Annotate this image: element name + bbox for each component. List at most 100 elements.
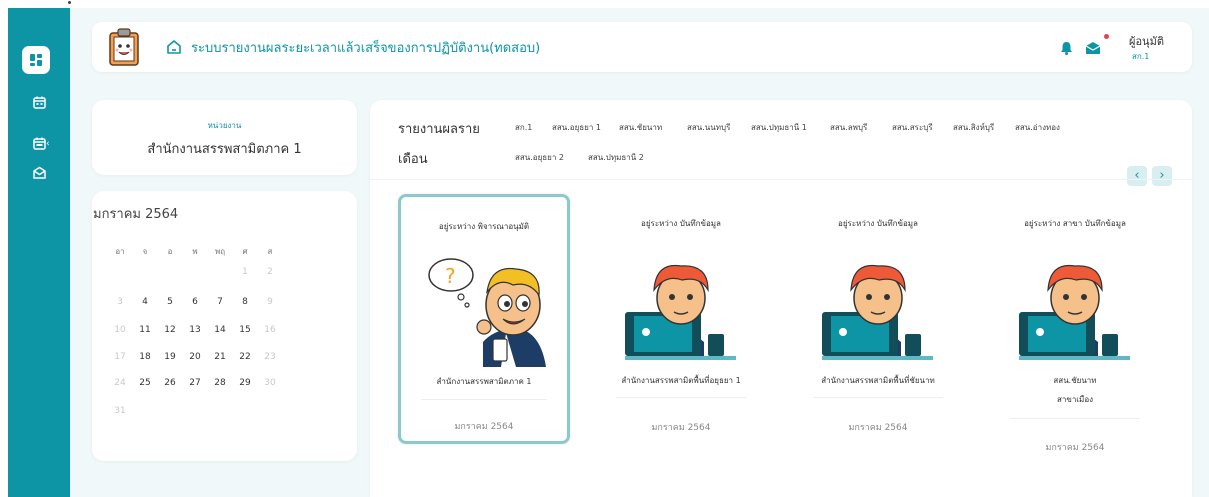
calendar-day[interactable]: 12	[160, 325, 180, 335]
calendar-day[interactable]: 7	[210, 297, 230, 307]
sidebar: ‹	[8, 8, 70, 497]
calendar-day[interactable]: 19	[160, 352, 180, 362]
calendar-card: มกราคม 2564 อา จ อ พ พฤ ศ ส 1 2 3 4 5 6 …	[92, 191, 357, 461]
tile-org-branch: สาขาเมือง	[1056, 395, 1094, 404]
calendar-day[interactable]: 30	[260, 378, 280, 388]
calendar-day[interactable]: 14	[210, 325, 230, 335]
mail-icon[interactable]	[1085, 40, 1101, 54]
calendar-day[interactable]: 23	[260, 352, 280, 362]
calendar-day[interactable]: 20	[185, 352, 205, 362]
calendar-day[interactable]: 1	[235, 267, 255, 277]
man-laptop-illustration	[596, 242, 766, 360]
divider	[616, 397, 746, 398]
calendar-day[interactable]: 16	[260, 325, 280, 335]
weekday-label: พ	[192, 247, 198, 256]
org-card: หน่วยงาน สำนักงานสรรพสามิตภาค 1	[92, 100, 357, 175]
tile-date: มกราคม 2564	[848, 423, 908, 433]
calendar-day[interactable]: 17	[110, 352, 130, 362]
filter-org[interactable]: สสน.ปทุมธานี 1	[751, 121, 807, 134]
clipboard-logo-icon	[106, 27, 142, 67]
man-laptop-illustration	[990, 242, 1160, 360]
thinking-man-illustration: ?	[401, 247, 567, 367]
report-panel: รายงานผลราย เดือน สก.1 สสน.อยุธยา 1 สสน.…	[370, 100, 1192, 497]
tile-org: สำนักงานสรรพสามิตพื้นที่อยุธยา 1	[621, 376, 741, 385]
page-title: ระบบรายงานผลระยะเวลาแล้วเสร็จของการปฏิบั…	[191, 41, 541, 56]
notification-dot	[1104, 34, 1109, 39]
calendar-day[interactable]: 9	[260, 297, 280, 307]
filter-org[interactable]: สสน.ลพบุรี	[830, 121, 867, 134]
calendar-day[interactable]: 13	[185, 325, 205, 335]
filter-org[interactable]: สสน.สิงห์บุรี	[953, 121, 994, 134]
report-title-line2: เดือน	[398, 152, 428, 167]
calendar-title: มกราคม 2564	[93, 207, 179, 222]
filter-org[interactable]: สสน.อยุธยา 1	[552, 121, 601, 134]
filter-org[interactable]: สสน.สระบุรี	[892, 121, 933, 134]
calendar-day[interactable]: 3	[110, 297, 130, 307]
calendar-day[interactable]: 27	[185, 378, 205, 388]
tile-org: สสน.ชัยนาท	[1053, 376, 1097, 385]
user-role: สก.1	[1132, 52, 1150, 61]
filter-org[interactable]: สสน.อยุธยา 2	[515, 151, 564, 164]
report-tile[interactable]: อยู่ระหว่าง พิจารณาอนุมัติ ? สำนักงานสรร…	[398, 194, 570, 444]
report-tile[interactable]: อยู่ระหว่าง สาขา บันทึกข้อมูล สสน.ชัยนาท…	[990, 194, 1160, 479]
tile-status: อยู่ระหว่าง พิจารณาอนุมัติ	[438, 222, 530, 231]
org-label: หน่วยงาน	[207, 121, 242, 130]
divider	[370, 179, 1192, 180]
tile-org: สำนักงานสรรพสามิตภาค 1	[436, 377, 532, 386]
svg-text:?: ?	[445, 264, 456, 288]
calendar-day[interactable]: 2	[260, 267, 280, 277]
app-header: ระบบรายงานผลระยะเวลาแล้วเสร็จของการปฏิบั…	[92, 22, 1192, 72]
tile-status: อยู่ระหว่าง บันทึกข้อมูล	[641, 219, 721, 228]
weekday-label: พฤ	[214, 247, 226, 256]
calendar-day[interactable]: 8	[235, 297, 255, 307]
filter-org[interactable]: สสน.ปทุมธานี 2	[588, 151, 644, 164]
man-laptop-illustration	[793, 242, 963, 360]
calendar-day[interactable]: 15	[235, 325, 255, 335]
filter-org[interactable]: สสน.ชัยนาท	[619, 121, 662, 134]
divider	[813, 397, 943, 398]
calendar-day[interactable]: 25	[135, 378, 155, 388]
mail-icon[interactable]	[8, 159, 70, 185]
weekday-label: ศ	[242, 247, 248, 256]
divider	[421, 399, 547, 400]
calendar-day[interactable]: 22	[235, 352, 255, 362]
report-tile[interactable]: อยู่ระหว่าง บันทึกข้อมูล สำนักงานสรรพสาม…	[793, 194, 963, 456]
weekday-label: ส	[267, 247, 273, 256]
calendar-day[interactable]: 31	[110, 406, 130, 416]
calendar-day[interactable]: 28	[210, 378, 230, 388]
filter-org[interactable]: สก.1	[515, 121, 532, 134]
calendar-report-icon[interactable]	[8, 130, 70, 156]
calendar-day[interactable]: 5	[160, 297, 180, 307]
dashboard-icon[interactable]	[22, 46, 50, 74]
weekday-label: จ	[142, 247, 148, 256]
prev-button[interactable]: ‹	[1127, 166, 1147, 186]
calendar-day[interactable]: 10	[110, 325, 130, 335]
tile-org: สำนักงานสรรพสามิตพื้นที่ชัยนาท	[821, 376, 935, 385]
calendar-day[interactable]: 18	[135, 352, 155, 362]
tile-status: อยู่ระหว่าง สาขา บันทึกข้อมูล	[1024, 219, 1126, 228]
calendar-day[interactable]: 11	[135, 325, 155, 335]
weekday-label: อา	[115, 247, 125, 256]
next-button[interactable]: ›	[1152, 166, 1172, 186]
calendar-day[interactable]: 26	[160, 378, 180, 388]
divider	[1010, 418, 1140, 419]
report-title: รายงานผลราย	[398, 122, 480, 137]
calendar-day[interactable]: 29	[235, 378, 255, 388]
calendar-day[interactable]: 24	[110, 378, 130, 388]
calendar-icon[interactable]	[8, 89, 70, 115]
filter-org[interactable]: สสน.อ่างทอง	[1015, 121, 1060, 134]
user-name[interactable]: ผู้อนุมัติ	[1129, 32, 1164, 50]
calendar-day[interactable]: 21	[210, 352, 230, 362]
submenu-chevron-icon: ‹	[46, 139, 50, 149]
bell-icon[interactable]	[1060, 40, 1073, 55]
home-icon[interactable]	[166, 39, 182, 55]
tile-date: มกราคม 2564	[454, 422, 514, 432]
tile-date: มกราคม 2564	[1045, 443, 1105, 453]
report-tile[interactable]: อยู่ระหว่าง บันทึกข้อมูล สำนักงานสรรพสาม…	[596, 194, 766, 456]
calendar-day[interactable]: 6	[185, 297, 205, 307]
filter-org[interactable]: สสน.นนทบุรี	[687, 121, 730, 134]
tile-status: อยู่ระหว่าง บันทึกข้อมูล	[838, 219, 918, 228]
tile-date: มกราคม 2564	[651, 423, 711, 433]
calendar-day[interactable]: 4	[135, 297, 155, 307]
org-name: สำนักงานสรรพสามิตภาค 1	[147, 142, 302, 157]
